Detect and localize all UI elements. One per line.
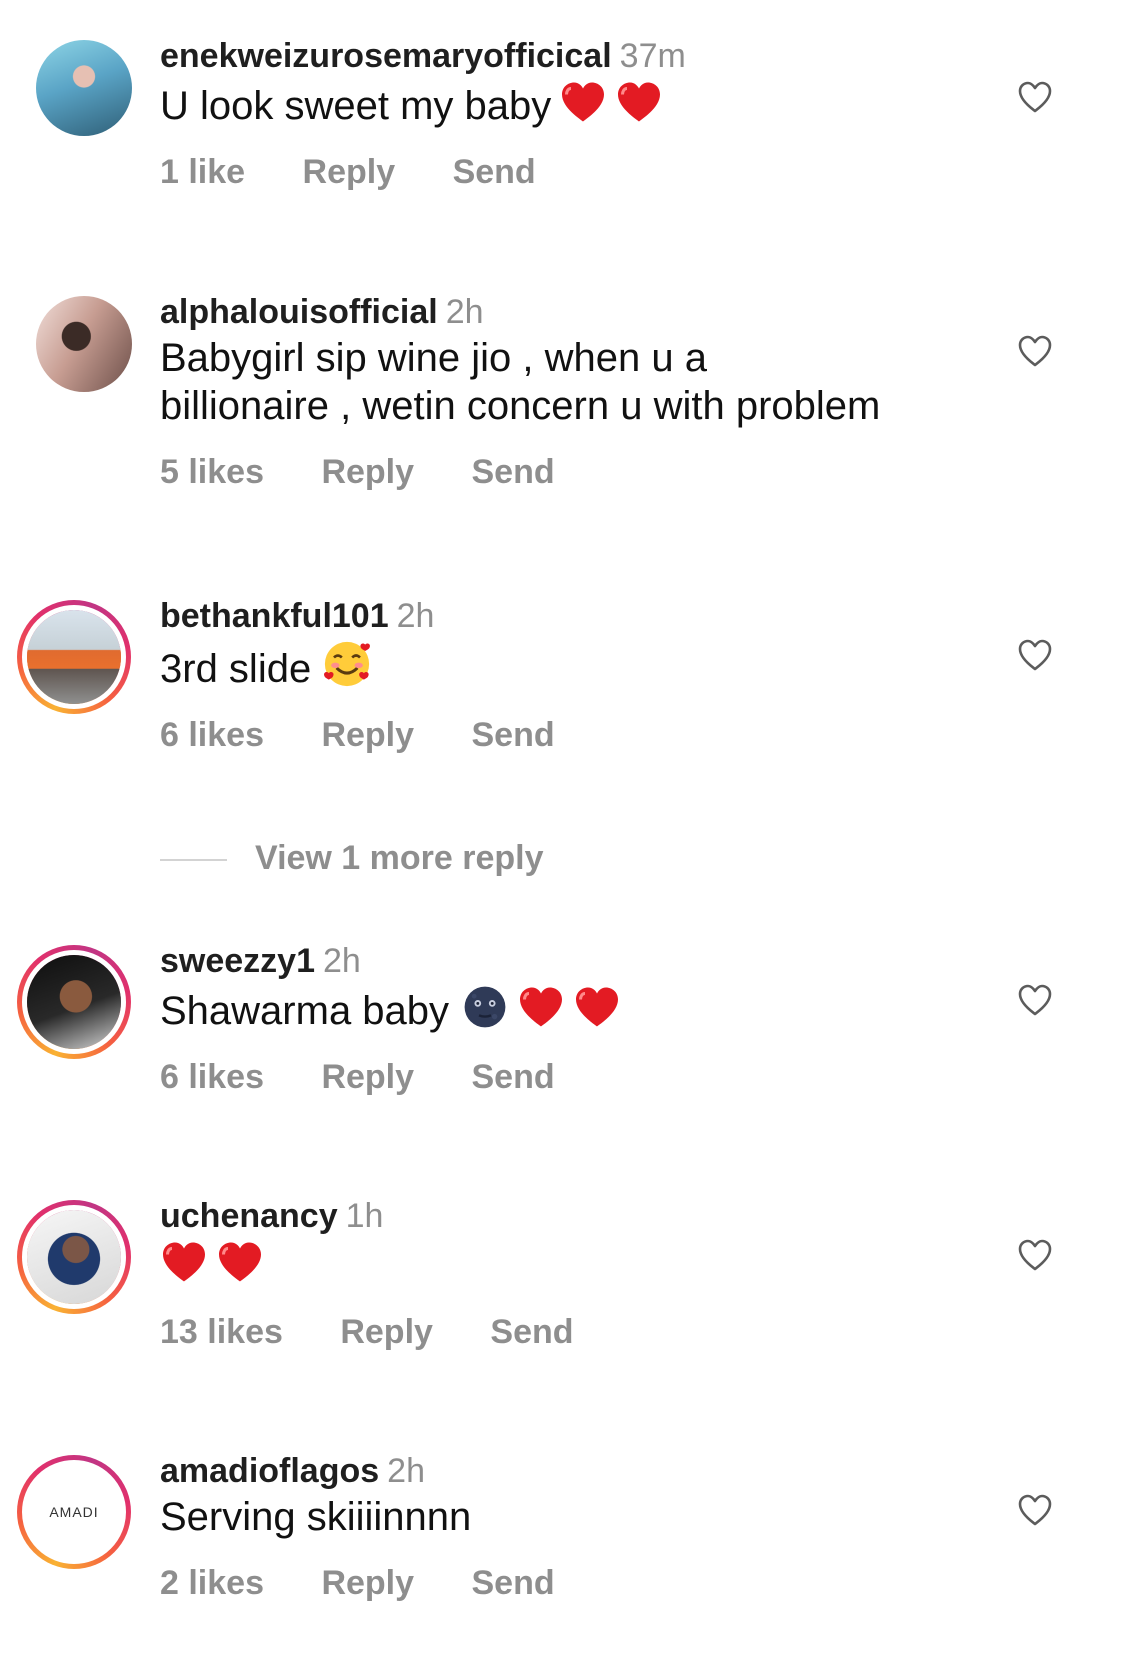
likes-count[interactable]: 5 likes — [160, 450, 264, 494]
heart-icon[interactable] — [1017, 80, 1053, 114]
comment-content: bethankful101 2h 3rd slide 6 likes Reply … — [160, 594, 970, 757]
heart-emoji-icon — [618, 82, 661, 122]
reply-button[interactable]: Reply — [340, 1310, 433, 1354]
comment-text-container: Shawarma baby — [160, 983, 970, 1035]
username[interactable]: uchenancy — [160, 1197, 338, 1235]
username[interactable]: enekweizurosemaryofficical — [160, 37, 612, 75]
comment-time: 2h — [396, 597, 435, 635]
avatar[interactable] — [17, 945, 131, 1059]
username[interactable]: alphalouisofficial — [160, 293, 438, 331]
reply-button[interactable]: Reply — [303, 150, 396, 194]
comment-header: alphalouisofficial 2h — [160, 290, 970, 334]
heart-icon[interactable] — [1017, 983, 1053, 1017]
heart-emoji-icon — [576, 987, 619, 1027]
send-button[interactable]: Send — [490, 1310, 573, 1354]
heart-icon[interactable] — [1017, 1238, 1053, 1272]
comment-text-line-1: Babygirl sip wine jio , when u a — [160, 336, 707, 380]
heart-emoji-icon — [163, 1242, 205, 1282]
comment-header: bethankful101 2h — [160, 594, 970, 638]
comment-actions: 2 likes Reply Send — [160, 1561, 970, 1605]
avatar[interactable] — [17, 1200, 131, 1314]
comment-time: 37m — [619, 37, 686, 75]
view-more-replies-button[interactable]: View 1 more reply — [160, 836, 544, 880]
comment-actions: 6 likes Reply Send — [160, 713, 970, 757]
comment-time: 1h — [345, 1197, 384, 1235]
comment-header: sweezzy1 2h — [160, 939, 970, 983]
comment-time: 2h — [445, 293, 484, 331]
heart-emoji-icon — [520, 987, 563, 1027]
likes-count[interactable]: 2 likes — [160, 1561, 264, 1605]
smiling-face-with-hearts-icon — [324, 641, 371, 687]
comment-text-line-2: billionaire , wetin concern u with probl… — [160, 384, 881, 428]
send-button[interactable]: Send — [471, 1055, 554, 1099]
comment-text: 3rd slide — [160, 647, 312, 691]
comment-content: alphalouisofficial 2h Babygirl sip wine j… — [160, 290, 970, 494]
send-button[interactable]: Send — [471, 713, 554, 757]
avatar[interactable]: AMADI — [17, 1455, 131, 1569]
reply-button[interactable]: Reply — [321, 450, 414, 494]
comment-content: sweezzy1 2h Shawarma baby 6 likes Reply S… — [160, 939, 970, 1099]
comment-text-container: U look sweet my baby — [160, 78, 970, 130]
comment-time: 2h — [387, 1452, 425, 1490]
reply-button[interactable]: Reply — [321, 1561, 414, 1605]
heart-icon[interactable] — [1017, 1493, 1053, 1527]
comment-text: U look sweet my baby — [160, 84, 552, 128]
likes-count[interactable]: 13 likes — [160, 1310, 283, 1354]
comment-content: uchenancy 1h 13 likes Reply Send — [160, 1194, 970, 1354]
comment-content: amadioflagos 2h Serving skiiiinnnn 2 like… — [160, 1449, 970, 1605]
avatar[interactable] — [17, 600, 131, 714]
comment-header: enekweizurosemaryofficical 37m — [160, 34, 970, 78]
username[interactable]: sweezzy1 — [160, 942, 315, 980]
likes-count[interactable]: 6 likes — [160, 1055, 264, 1099]
heart-icon[interactable] — [1017, 334, 1053, 368]
likes-count[interactable]: 6 likes — [160, 713, 264, 757]
username[interactable]: bethankful101 — [160, 597, 389, 635]
avatar[interactable] — [36, 40, 132, 136]
heart-emoji-icon — [219, 1242, 261, 1282]
comment-time: 2h — [323, 942, 361, 980]
comment-text-container: 3rd slide — [160, 638, 970, 693]
likes-count[interactable]: 1 like — [160, 150, 245, 194]
heart-icon[interactable] — [1017, 638, 1053, 672]
new-moon-face-icon — [464, 986, 506, 1028]
reply-button[interactable]: Reply — [321, 713, 414, 757]
comment-actions: 13 likes Reply Send — [160, 1310, 970, 1354]
avatar-logo-text: AMADI — [49, 1504, 99, 1520]
comment-actions: 5 likes Reply Send — [160, 450, 970, 494]
send-button[interactable]: Send — [453, 150, 536, 194]
comment-header: amadioflagos 2h — [160, 1449, 970, 1493]
comment-text: Serving skiiiinnnn — [160, 1495, 472, 1539]
comment-text-container — [160, 1238, 970, 1290]
comment-actions: 6 likes Reply Send — [160, 1055, 970, 1099]
reply-divider — [160, 859, 227, 862]
comment-text: Shawarma baby — [160, 989, 450, 1033]
comment-header: uchenancy 1h — [160, 1194, 970, 1238]
avatar[interactable] — [36, 296, 132, 392]
send-button[interactable]: Send — [471, 450, 554, 494]
comment-actions: 1 like Reply Send — [160, 150, 970, 194]
comment-content: enekweizurosemaryofficical 37m U look swe… — [160, 34, 970, 194]
heart-emoji-icon — [562, 82, 605, 122]
username[interactable]: amadioflagos — [160, 1452, 379, 1490]
reply-button[interactable]: Reply — [321, 1055, 414, 1099]
send-button[interactable]: Send — [471, 1561, 554, 1605]
view-more-replies-label[interactable]: View 1 more reply — [255, 839, 544, 877]
